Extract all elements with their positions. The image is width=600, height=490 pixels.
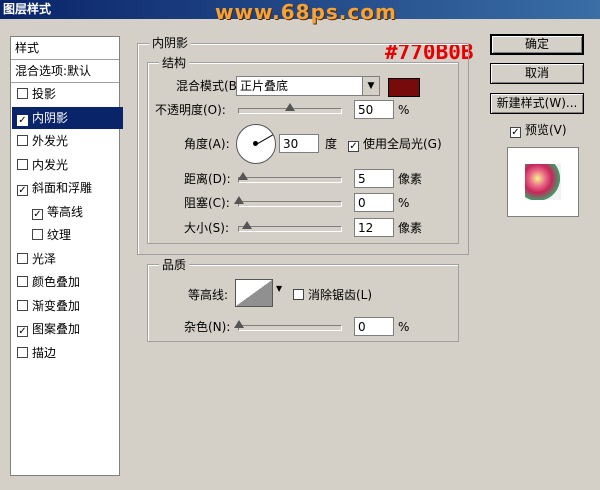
noise-unit: %	[398, 320, 410, 334]
global-light-checkbox[interactable]: ✓ 使用全局光(G)	[348, 136, 442, 152]
style-list-item[interactable]: ✓ 图案叠加	[12, 318, 123, 340]
cancel-button[interactable]: 取消	[490, 63, 584, 84]
style-list-checkbox[interactable]	[17, 299, 28, 311]
style-list-item[interactable]: 投影	[12, 83, 123, 105]
style-list-item[interactable]: ✓ 等高线	[12, 201, 138, 223]
contour-dropdown-icon[interactable]: ▼	[276, 284, 282, 293]
new-style-button[interactable]: 新建样式(W)...	[490, 93, 584, 114]
distance-unit: 像素	[398, 172, 423, 186]
antialias-checkbox[interactable]: 消除锯齿(L)	[293, 287, 372, 303]
blend-mode-select[interactable]: 正片叠底 ▼	[236, 76, 380, 96]
style-list-item-label: 投影	[32, 87, 57, 101]
style-list-item-label: 等高线	[47, 204, 84, 219]
style-list: 样式 混合选项:默认 投影 ✓ 内阴影外发光内发光 ✓ 斜面和浮雕 ✓ 等高线纹理光泽颜色叠…	[10, 36, 123, 476]
angle-dial[interactable]	[236, 124, 276, 164]
style-list-checkbox[interactable]	[17, 88, 28, 99]
style-list-checkbox[interactable]	[17, 252, 28, 264]
distance-slider-handle[interactable]	[238, 172, 248, 180]
style-list-item-label: 纹理	[47, 228, 72, 242]
style-list-item[interactable]: 描边	[12, 342, 123, 364]
contour-picker[interactable]	[235, 279, 273, 307]
style-list-checkbox[interactable]: ✓	[17, 326, 28, 337]
preview-check[interactable]: ✓	[510, 127, 521, 138]
contour-label: 等高线:	[188, 288, 229, 302]
style-list-checkbox[interactable]	[17, 158, 28, 170]
angle-dial-center	[253, 141, 258, 146]
style-list-item[interactable]: 光泽	[12, 248, 123, 270]
angle-unit: 度	[325, 137, 338, 151]
inner-shadow-title: 内阴影	[149, 34, 192, 51]
choke-slider[interactable]	[234, 196, 342, 207]
blend-options-default[interactable]: 混合选项:默认	[11, 60, 119, 83]
size-slider-handle[interactable]	[242, 221, 252, 229]
style-list-header[interactable]: 样式	[11, 37, 119, 60]
ok-button[interactable]: 确定	[490, 34, 584, 55]
style-list-checkbox[interactable]: ✓	[17, 114, 28, 126]
size-label: 大小(S):	[184, 221, 230, 235]
style-list-checkbox[interactable]	[17, 346, 28, 358]
style-preview	[507, 147, 579, 217]
size-slider[interactable]	[238, 221, 342, 232]
distance-slider[interactable]	[238, 172, 342, 183]
angle-label: 角度(A):	[184, 137, 230, 151]
style-list-item-label: 内发光	[32, 157, 69, 172]
style-list-item[interactable]: 外发光	[12, 130, 123, 152]
style-list-item-label: 外发光	[32, 134, 69, 148]
style-list-item-label: 光泽	[32, 251, 57, 266]
style-list-checkbox[interactable]: ✓	[17, 185, 28, 196]
angle-dial-hand	[256, 134, 273, 145]
preview-checkbox[interactable]: ✓ 预览(V)	[510, 122, 567, 138]
style-list-item[interactable]: 颜色叠加	[12, 271, 123, 293]
style-list-item[interactable]: 渐变叠加	[12, 295, 123, 317]
style-list-item-label: 斜面和浮雕	[32, 181, 93, 195]
style-list-checkbox[interactable]	[17, 276, 28, 287]
choke-unit: %	[398, 196, 410, 210]
style-list-item[interactable]: ✓ 斜面和浮雕	[12, 177, 123, 199]
noise-slider-handle[interactable]	[234, 320, 244, 328]
style-list-item[interactable]: ✓ 内阴影	[12, 106, 123, 129]
style-list-item-label: 内阴影	[32, 110, 69, 125]
choke-input[interactable]: 0	[354, 193, 394, 212]
opacity-slider[interactable]	[238, 103, 342, 114]
global-light-check[interactable]: ✓	[348, 141, 359, 152]
chevron-down-icon[interactable]: ▼	[362, 77, 379, 95]
size-input[interactable]: 12	[354, 218, 394, 237]
style-list-item-label: 描边	[32, 345, 57, 360]
global-light-label: 使用全局光(G)	[363, 137, 442, 151]
style-list-item-label: 渐变叠加	[32, 298, 81, 313]
noise-input[interactable]: 0	[354, 317, 394, 336]
antialias-label: 消除锯齿(L)	[308, 288, 373, 302]
style-list-item-label: 图案叠加	[32, 322, 81, 336]
shadow-color-swatch[interactable]	[388, 78, 420, 97]
window-title: 图层样式	[3, 2, 52, 16]
preview-thumbnail	[525, 164, 561, 200]
choke-label: 阻塞(C):	[184, 196, 230, 210]
style-list-checkbox[interactable]: ✓	[32, 208, 43, 220]
watermark: www.68ps.com	[215, 0, 397, 24]
style-list-checkbox[interactable]	[32, 229, 43, 240]
choke-slider-handle[interactable]	[234, 196, 244, 204]
distance-input[interactable]: 5	[354, 169, 394, 188]
antialias-check[interactable]	[293, 289, 304, 300]
opacity-unit: %	[398, 103, 410, 117]
blend-mode-value: 正片叠底	[240, 79, 289, 93]
structure-title: 结构	[159, 54, 190, 71]
style-list-item[interactable]: 内发光	[12, 154, 123, 176]
opacity-label: 不透明度(O):	[155, 103, 226, 117]
noise-slider[interactable]	[234, 320, 342, 331]
preview-label: 预览(V)	[525, 123, 567, 137]
opacity-slider-handle[interactable]	[285, 103, 295, 111]
style-list-checkbox[interactable]	[17, 135, 28, 146]
distance-label: 距离(D):	[184, 172, 231, 186]
size-unit: 像素	[398, 221, 423, 235]
style-list-item[interactable]: 纹理	[12, 224, 138, 246]
style-list-item-label: 颜色叠加	[32, 275, 81, 289]
noise-label: 杂色(N):	[184, 320, 231, 334]
quality-title: 品质	[159, 256, 190, 273]
opacity-input[interactable]: 50	[354, 100, 394, 119]
angle-input[interactable]: 30	[279, 134, 319, 153]
